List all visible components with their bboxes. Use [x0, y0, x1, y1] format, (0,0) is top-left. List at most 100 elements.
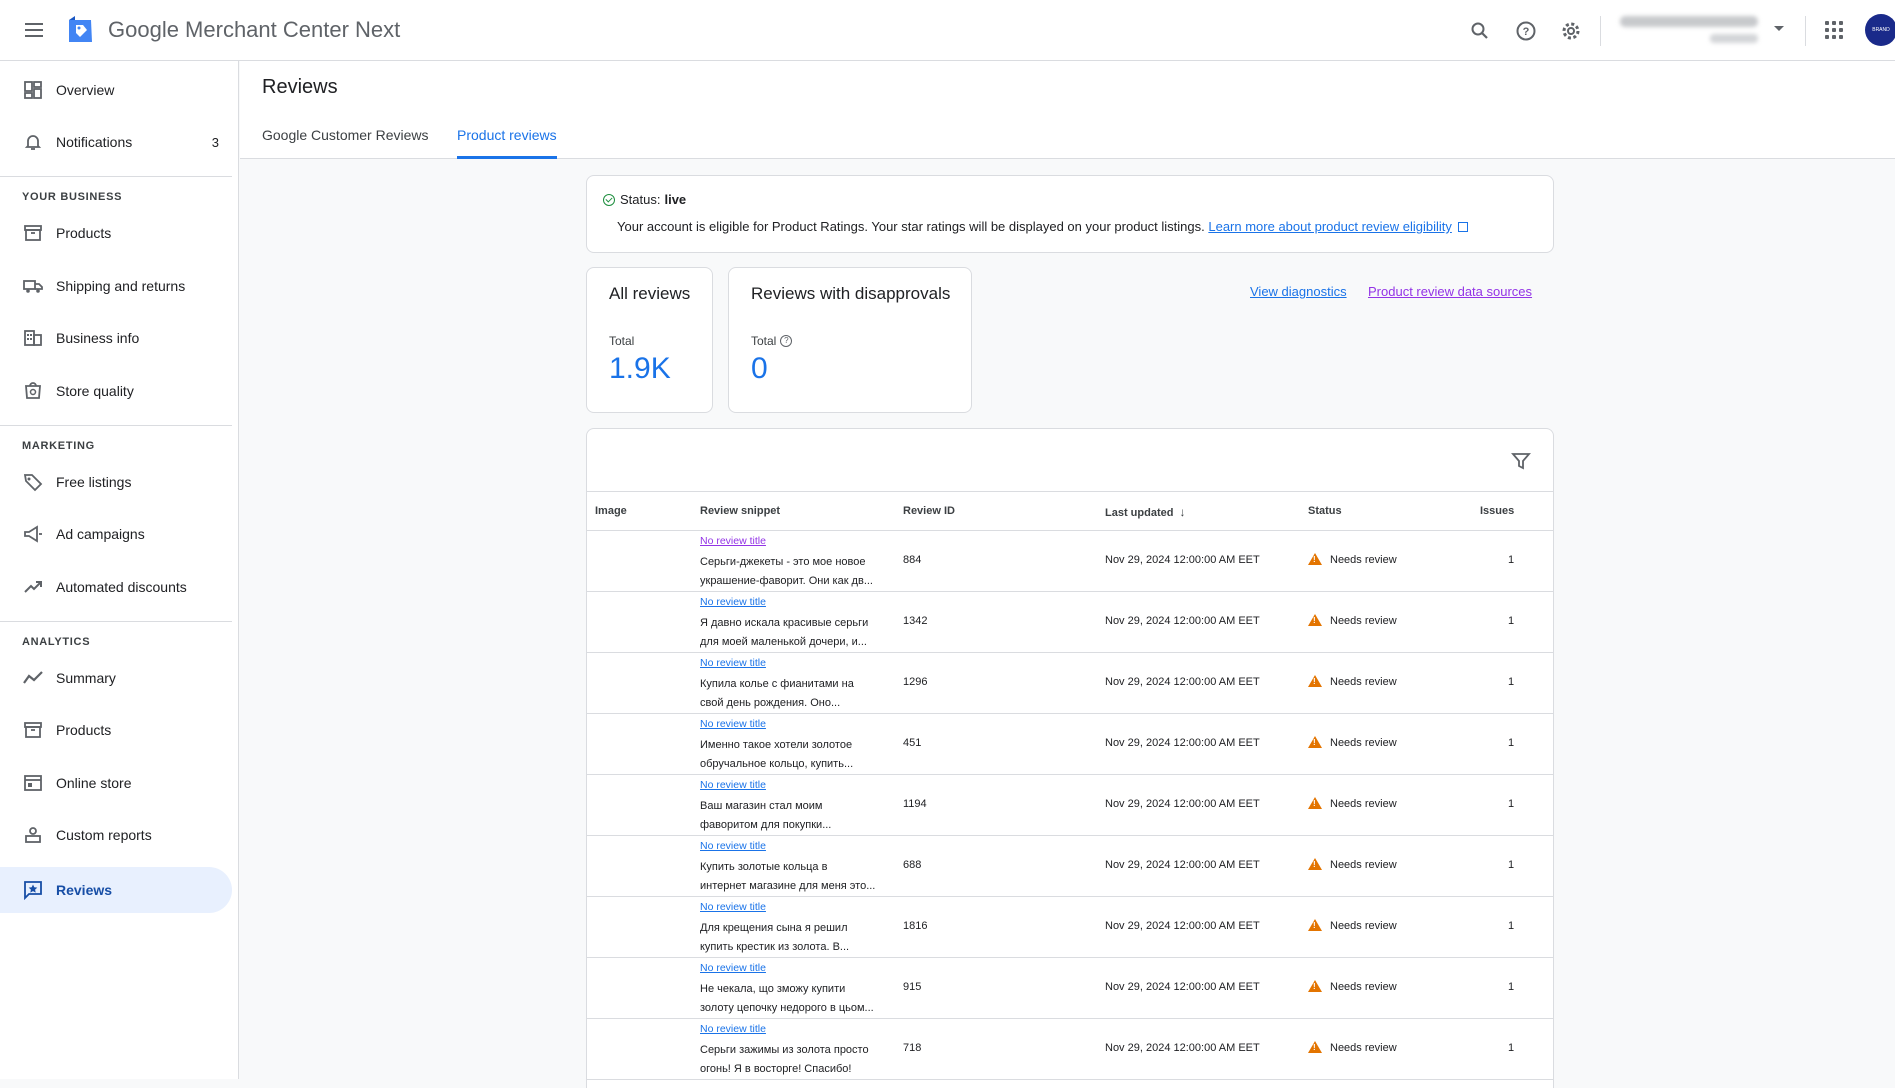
sidebar: Overview Notifications 3 YOUR BUSINESS P… [0, 61, 239, 1079]
sidebar-item-overview[interactable]: Overview [0, 67, 232, 113]
issues-count: 1 [1508, 737, 1515, 749]
table-row[interactable]: No review title Для крещения сына я решил… [587, 897, 1553, 958]
issues-count: 1 [1508, 920, 1515, 932]
review-title-link[interactable]: No review title [700, 1023, 766, 1035]
sidebar-item-notifications[interactable]: Notifications 3 [0, 119, 232, 165]
divider [0, 176, 232, 177]
data-sources-link[interactable]: Product review data sources [1368, 284, 1532, 299]
snippet-line: Я давно искала красивые серьги [700, 617, 869, 629]
disapprovals-card: Reviews with disapprovals Total? 0 [728, 267, 972, 413]
table-row[interactable]: No review title Не чекала, що зможу купит… [587, 958, 1553, 1019]
snippet-line: золоту цепочку недорого в цьом... [700, 1002, 874, 1014]
account-switcher[interactable] [1620, 12, 1760, 48]
open-in-new-icon[interactable] [1457, 222, 1468, 232]
review-snippet: Не чекала, що зможу купити золоту цепочку… [700, 980, 886, 1018]
divider [1600, 16, 1601, 46]
arrow-down-icon: ↓ [1179, 505, 1186, 519]
column-header-review-snippet: Review snippet [700, 505, 781, 517]
review-id: 884 [903, 554, 922, 566]
sidebar-item-label: Store quality [56, 383, 134, 399]
warning-icon [1308, 858, 1322, 870]
notification-count: 3 [211, 134, 219, 150]
sidebar-item-reviews[interactable]: Reviews [0, 867, 232, 913]
last-updated: Nov 29, 2024 12:00:00 AM EET [1105, 920, 1260, 932]
chevron-down-icon[interactable] [1774, 26, 1784, 31]
table-row[interactable]: No review title Купила колье с фианитами … [587, 653, 1553, 714]
section-title-analytics: ANALYTICS [22, 636, 91, 648]
status-text: Needs review [1330, 737, 1397, 749]
sidebar-item-ad-campaigns[interactable]: Ad campaigns [0, 511, 232, 557]
status-line: Status: live [603, 192, 686, 207]
status-text: Needs review [1330, 615, 1397, 627]
apps-icon[interactable] [1825, 21, 1843, 39]
sidebar-item-products-analytics[interactable]: Products [0, 707, 232, 753]
search-icon[interactable] [1467, 18, 1493, 44]
all-reviews-card: All reviews Total 1.9K [586, 267, 713, 413]
sidebar-item-label: Custom reports [56, 827, 152, 843]
sidebar-item-free-listings[interactable]: Free listings [0, 459, 232, 505]
review-title-link[interactable]: No review title [700, 840, 766, 852]
review-title-link[interactable]: No review title [700, 718, 766, 730]
review-title-link[interactable]: No review title [700, 596, 766, 608]
warning-icon [1308, 553, 1322, 565]
help-icon[interactable]: ? [780, 335, 793, 347]
avatar[interactable]: BRAND [1865, 14, 1895, 46]
table-row[interactable]: No review title Серьги зажимы из золота п… [587, 1019, 1553, 1080]
page-header: Reviews Google Customer Reviews Product … [240, 61, 1895, 159]
review-snippet: Именно такое хотели золотое обручальное к… [700, 736, 886, 774]
report-icon [25, 827, 41, 843]
review-id: 915 [903, 981, 922, 993]
filter-icon[interactable] [1511, 451, 1531, 471]
star-review-icon [24, 881, 42, 900]
review-title-link[interactable]: No review title [700, 657, 766, 669]
help-icon[interactable]: ? [1513, 18, 1539, 44]
eligibility-link[interactable]: Learn more about product review eligibil… [1208, 219, 1452, 234]
sidebar-item-products[interactable]: Products [0, 210, 232, 256]
sidebar-item-automated-discounts[interactable]: Automated discounts [0, 564, 232, 610]
status-description: Your account is eligible for Product Rat… [617, 219, 1468, 234]
total-label: Total? [751, 334, 793, 348]
review-title-link[interactable]: No review title [700, 901, 766, 913]
review-snippet: Купить золотые кольца в интернет магазине… [700, 858, 886, 896]
top-bar: Google Merchant Center Next ? BRAND [0, 0, 1895, 61]
table-row[interactable]: No review title Я давно искала красивые с… [587, 592, 1553, 653]
last-updated: Nov 29, 2024 12:00:00 AM EET [1105, 798, 1260, 810]
review-title-link[interactable]: No review title [700, 535, 766, 547]
sidebar-item-label: Shipping and returns [56, 278, 186, 294]
table-row[interactable]: No review title Серьги-джекеты - это мое … [587, 531, 1553, 592]
app-title: Google Merchant Center Next [108, 17, 401, 42]
sidebar-item-custom-reports[interactable]: Custom reports [0, 812, 232, 858]
review-title-link[interactable]: No review title [700, 962, 766, 974]
main-menu-icon[interactable] [22, 19, 46, 43]
settings-icon[interactable] [1558, 18, 1584, 44]
svg-text:?: ? [1523, 26, 1530, 38]
sidebar-item-shipping[interactable]: Shipping and returns [0, 263, 232, 309]
table-row[interactable]: No review title Ваш магазин стал моим фаво… [587, 775, 1553, 836]
tag-icon [23, 474, 43, 492]
sidebar-item-store-quality[interactable]: Store quality [0, 368, 232, 414]
table-row[interactable]: No review title Именно такое хотели золот… [587, 714, 1553, 775]
issues-count: 1 [1508, 859, 1515, 871]
issues-count: 1 [1508, 1042, 1515, 1054]
tab-google-customer-reviews[interactable]: Google Customer Reviews [262, 127, 429, 159]
column-header-issues: Issues [1480, 505, 1515, 517]
sidebar-item-label: Notifications [56, 134, 133, 150]
sidebar-item-summary[interactable]: Summary [0, 655, 232, 701]
warning-icon [1308, 919, 1322, 931]
column-header-review-id: Review ID [903, 505, 955, 517]
box-icon [24, 722, 42, 738]
sidebar-item-business-info[interactable]: Business info [0, 315, 232, 361]
view-diagnostics-link[interactable]: View diagnostics [1250, 284, 1347, 299]
column-header-last-updated[interactable]: Last updated ↓ [1105, 505, 1186, 519]
last-updated: Nov 29, 2024 12:00:00 AM EET [1105, 676, 1260, 688]
tab-product-reviews[interactable]: Product reviews [457, 127, 557, 159]
sidebar-item-online-store[interactable]: Online store [0, 760, 232, 806]
status-text: Needs review [1330, 981, 1397, 993]
section-title-marketing: MARKETING [22, 440, 95, 452]
review-snippet: Я давно искала красивые серьги для моей м… [700, 614, 886, 652]
snippet-line: Именно такое хотели золотое [700, 739, 853, 751]
review-id: 688 [903, 859, 922, 871]
merchant-center-logo [69, 16, 92, 42]
table-row[interactable]: No review title Купить золотые кольца в ин… [587, 836, 1553, 897]
review-title-link[interactable]: No review title [700, 779, 766, 791]
